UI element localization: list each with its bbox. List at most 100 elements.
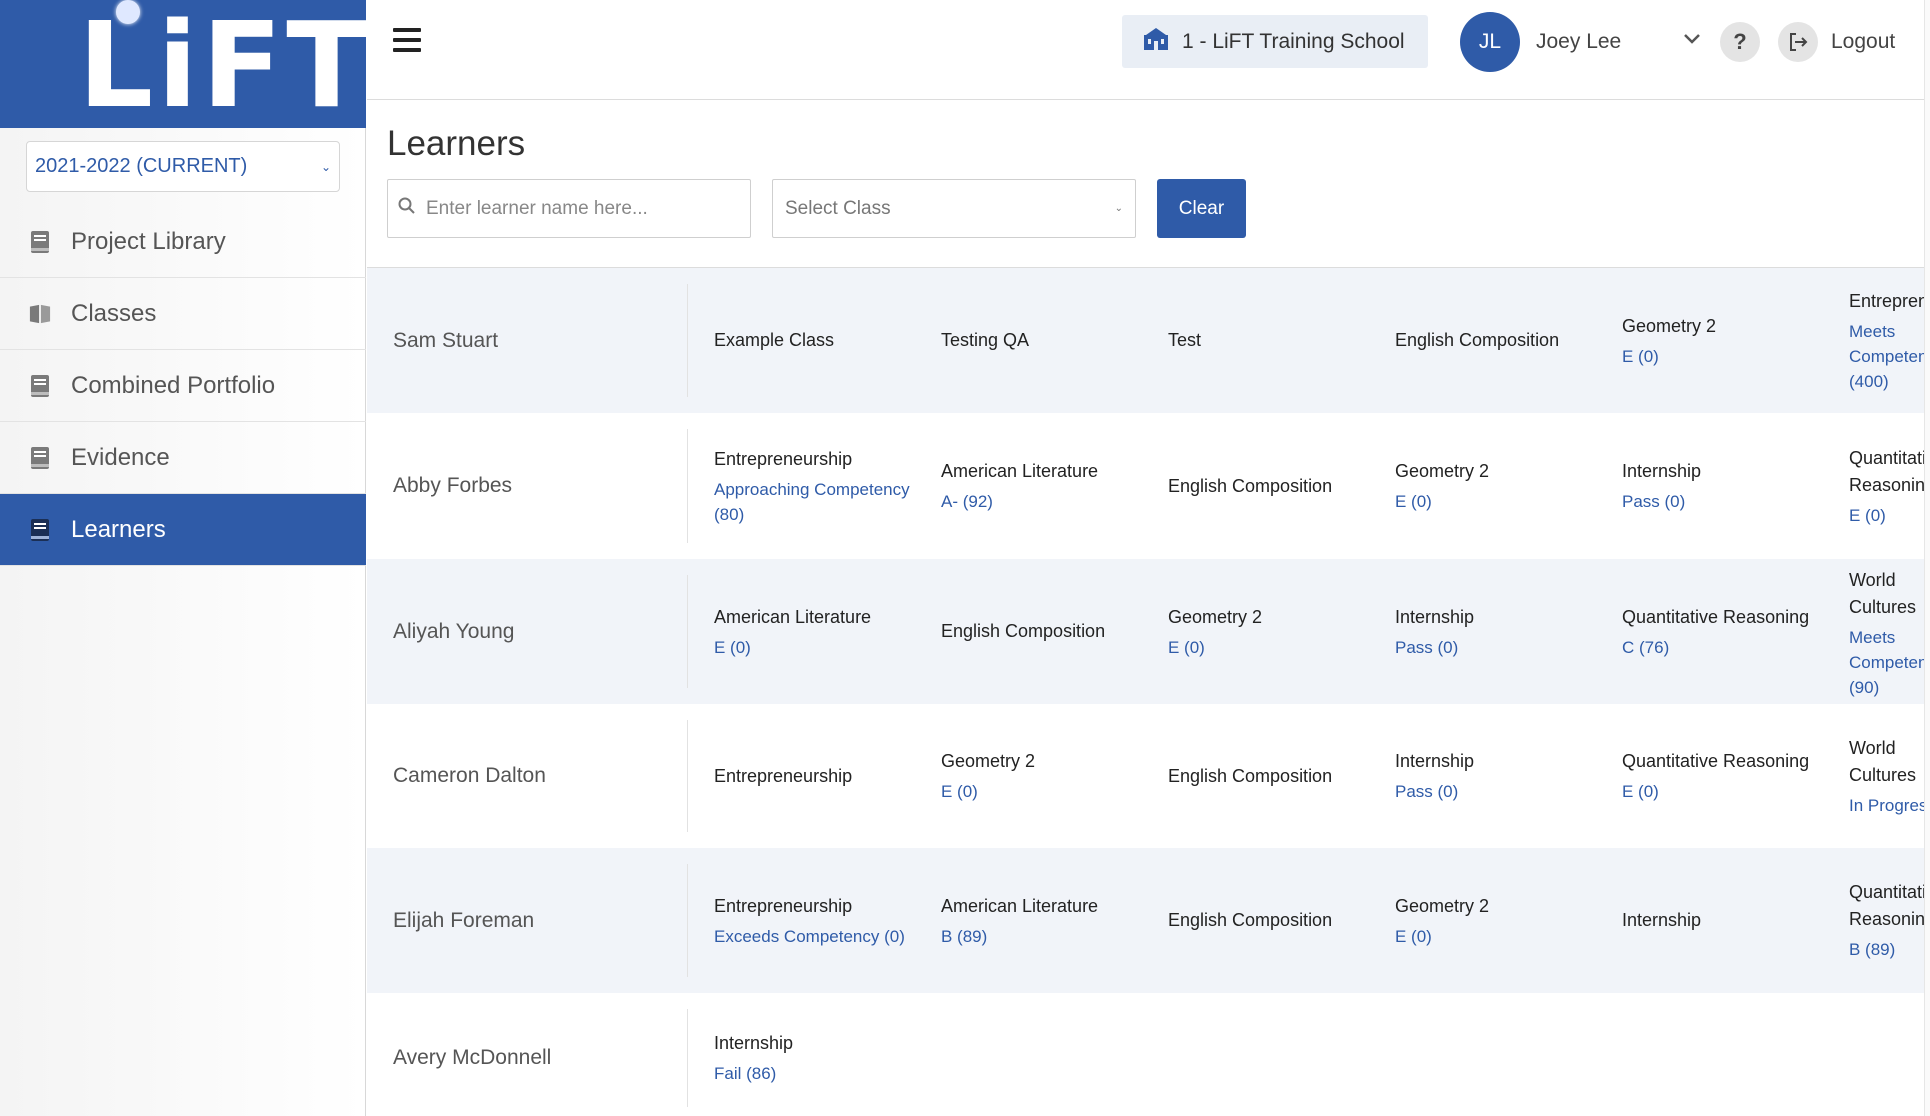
class-grade-link[interactable]: Meets Competency (90)	[1849, 625, 1930, 700]
class-cell[interactable]: English Composition	[941, 618, 1141, 645]
class-cell[interactable]: Geometry 2 E (0)	[1395, 458, 1595, 514]
class-name: Entrepreneurship	[714, 895, 853, 916]
sidebar-item-project-library[interactable]: Project Library	[0, 206, 366, 278]
class-grade-link[interactable]: E (0)	[1622, 779, 1822, 804]
class-grade-link[interactable]: E (0)	[1395, 489, 1595, 514]
row-divider	[687, 1009, 688, 1107]
learner-row: Cameron Dalton Entrepreneurship Geometry 2…	[367, 704, 1930, 848]
learner-name[interactable]: Abby Forbes	[393, 474, 512, 498]
learner-row: Elijah Foreman Entrepreneurship Exceeds Co…	[367, 848, 1930, 993]
class-cell[interactable]: American Literature B (89)	[941, 893, 1141, 949]
clear-button[interactable]: Clear	[1157, 179, 1246, 238]
class-cell[interactable]: Internship Pass (0)	[1395, 604, 1595, 660]
menu-icon[interactable]	[393, 28, 421, 52]
sidebar-item-label: Learners	[71, 515, 166, 543]
class-cell[interactable]: World Cultures Meets Competency (90)	[1849, 567, 1930, 700]
learner-name[interactable]: Sam Stuart	[393, 329, 498, 353]
class-name: Entrepreneurship	[714, 765, 853, 786]
logo[interactable]: LiFT	[0, 0, 366, 128]
class-grade-link[interactable]: E (0)	[714, 635, 914, 660]
search-input[interactable]	[426, 197, 736, 220]
class-cell[interactable]: Test	[1168, 327, 1368, 354]
class-cell[interactable]: Internship Pass (0)	[1622, 458, 1822, 514]
class-grade-link[interactable]: Fail (86)	[714, 1061, 914, 1086]
class-cell[interactable]: Geometry 2 E (0)	[941, 748, 1141, 804]
school-year-select[interactable]: 2021-2022 (CURRENT) ⌄	[26, 141, 340, 192]
class-select-value: Select Class	[785, 197, 891, 219]
class-cell[interactable]: Geometry 2 E (0)	[1168, 604, 1368, 660]
class-grade-link[interactable]: E (0)	[1395, 924, 1595, 949]
class-grade-link[interactable]: E (0)	[1849, 503, 1930, 528]
class-name: American Literature	[941, 461, 1099, 481]
class-cell[interactable]: Entrepreneurship Meets Competency (400)	[1849, 288, 1930, 394]
class-grade-link[interactable]: Exceeds Competency (0)	[714, 924, 914, 949]
class-grade-link[interactable]: A- (92)	[941, 489, 1141, 514]
class-cell[interactable]: American Literature A- (92)	[941, 458, 1141, 514]
class-cell[interactable]: American Literature E (0)	[714, 604, 914, 660]
class-name: American Literature	[941, 895, 1099, 916]
class-cell[interactable]: Quantitative Reasoning C (76)	[1622, 604, 1822, 660]
learner-name[interactable]: Elijah Foreman	[393, 909, 534, 933]
avatar[interactable]: JL	[1460, 12, 1520, 72]
class-grade-link[interactable]: B (89)	[941, 924, 1141, 949]
scrollbar[interactable]	[1924, 0, 1930, 1116]
class-name: English Composition	[1168, 765, 1333, 786]
book-icon	[29, 446, 51, 470]
class-grade-link[interactable]: E (0)	[1168, 635, 1368, 660]
logout-link[interactable]: Logout	[1831, 30, 1895, 54]
sidebar-item-label: Evidence	[71, 443, 170, 471]
class-cell[interactable]: English Composition	[1168, 473, 1368, 500]
class-select[interactable]: Select Class ⌄	[772, 179, 1136, 238]
class-cell[interactable]: English Composition	[1168, 763, 1368, 790]
class-cell[interactable]: English Composition	[1395, 327, 1595, 354]
class-cell[interactable]: Internship	[1622, 907, 1822, 934]
open-book-icon	[29, 302, 51, 326]
chevron-down-icon: ⌄	[1114, 203, 1123, 214]
search-field[interactable]	[387, 179, 751, 238]
class-cell[interactable]: Quantitative Reasoning E (0)	[1622, 748, 1822, 804]
class-cell[interactable]: Quantitative Reasoning B (89)	[1849, 879, 1930, 962]
school-selector[interactable]: 1 - LiFT Training School	[1122, 15, 1428, 68]
class-grade-link[interactable]: Meets Competency (400)	[1849, 319, 1930, 394]
class-grade-link[interactable]: C (76)	[1622, 635, 1822, 660]
class-grade-link[interactable]: Pass (0)	[1395, 635, 1595, 660]
class-cell[interactable]: Internship Pass (0)	[1395, 748, 1595, 804]
sidebar-item-classes[interactable]: Classes	[0, 278, 366, 350]
class-cell[interactable]: Entrepreneurship Exceeds Competency (0)	[714, 893, 914, 949]
class-cell[interactable]: Geometry 2 E (0)	[1395, 893, 1595, 949]
row-divider	[687, 720, 688, 832]
class-grade-link[interactable]: E (0)	[941, 779, 1141, 804]
sidebar-item-combined-portfolio[interactable]: Combined Portfolio	[0, 350, 366, 422]
page-title: Learners	[387, 124, 526, 163]
class-cell[interactable]: Entrepreneurship Approaching Competency (…	[714, 446, 914, 527]
logout-icon[interactable]	[1778, 22, 1818, 62]
class-grade-link[interactable]: Pass (0)	[1395, 779, 1595, 804]
class-cell[interactable]: Testing QA	[941, 327, 1141, 354]
chevron-down-icon[interactable]	[1680, 26, 1704, 50]
chevron-down-icon: ⌄	[320, 159, 331, 174]
sidebar-item-learners[interactable]: Learners	[0, 494, 366, 566]
class-cell[interactable]: Geometry 2 E (0)	[1622, 313, 1822, 369]
learner-name[interactable]: Aliyah Young	[393, 620, 514, 644]
class-cell[interactable]: English Composition	[1168, 907, 1368, 934]
class-grade-link[interactable]: Pass (0)	[1622, 489, 1822, 514]
user-name[interactable]: Joey Lee	[1536, 30, 1621, 54]
class-name: Entrepreneurship	[1849, 290, 1930, 311]
class-grade-link[interactable]: In Progress	[1849, 793, 1930, 818]
class-grade-link[interactable]: Approaching Competency (80)	[714, 477, 914, 527]
class-name: Internship	[1622, 910, 1702, 930]
class-grade-link[interactable]: B (89)	[1849, 937, 1930, 962]
help-button[interactable]: ?	[1720, 22, 1760, 62]
class-name: Geometry 2	[1395, 895, 1490, 916]
learner-name[interactable]: Cameron Dalton	[393, 764, 546, 788]
learner-name[interactable]: Avery McDonnell	[393, 1046, 551, 1070]
class-cell[interactable]: World Cultures In Progress	[1849, 735, 1930, 818]
sidebar-item-evidence[interactable]: Evidence	[0, 422, 366, 494]
learner-row: Sam Stuart Example Class Testing QA Test Eng…	[367, 268, 1930, 413]
class-cell[interactable]: Example Class	[714, 327, 914, 354]
class-cell[interactable]: Quantitative Reasoning E (0)	[1849, 445, 1930, 528]
class-grade-link[interactable]: E (0)	[1622, 344, 1822, 369]
class-cell[interactable]: Entrepreneurship	[714, 763, 914, 790]
class-cell[interactable]: Internship Fail (86)	[714, 1030, 914, 1086]
class-name: Test	[1168, 330, 1202, 350]
